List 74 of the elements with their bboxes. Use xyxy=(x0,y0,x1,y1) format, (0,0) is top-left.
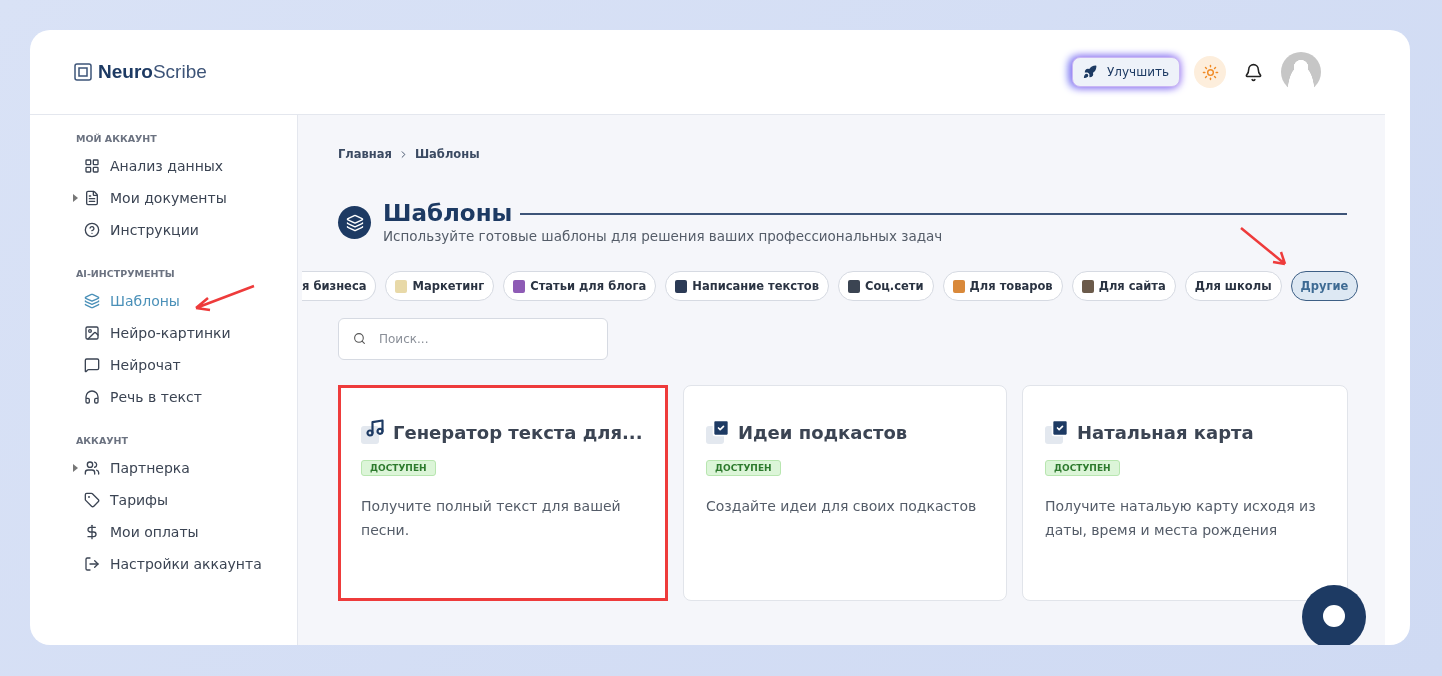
menu-icon xyxy=(84,357,100,373)
sidebar-item[interactable]: Анализ данных xyxy=(30,150,297,182)
menu-icon xyxy=(84,460,100,476)
card-description: Получите полный текст для вашей песни. xyxy=(361,497,622,541)
sidebar-item-label: Анализ данных xyxy=(110,158,224,174)
category-chip[interactable]: Написание текстов xyxy=(665,271,829,302)
page-title: Шаблоны xyxy=(383,201,513,227)
sidebar-item[interactable]: Партнерка xyxy=(30,452,297,484)
rocket-icon xyxy=(1083,65,1097,79)
sidebar-item[interactable]: Мои документы xyxy=(30,182,297,214)
category-chip[interactable]: Другие xyxy=(1290,271,1359,302)
menu-icon xyxy=(84,158,100,174)
category-chip[interactable]: Маркетинг xyxy=(385,271,495,302)
sidebar-item-label: Тарифы xyxy=(110,492,169,508)
section-title: AI-ИНСТРУМЕНТЫ xyxy=(75,267,176,281)
expand-caret-icon[interactable] xyxy=(73,464,78,472)
card-description: Получите натальую карту исходя из даты, время и места рождения xyxy=(1045,497,1317,541)
sidebar-item-label: Нейро-картинки xyxy=(110,325,231,341)
status-badge: ДОСТУПЕН xyxy=(361,460,436,477)
template-card[interactable]: Натальная карта ДОСТУПЕН Получите натальую карту исходя из даты, время и места рождения xyxy=(1022,385,1348,602)
sidebar-item[interactable]: Шаблоны xyxy=(30,285,297,317)
sidebar-item-label: Мои документы xyxy=(110,190,227,206)
page-subtitle: Используйте готовые шаблоны для решения ваших профессиональных задач xyxy=(383,228,944,245)
sidebar-item-label: Шаблоны xyxy=(110,293,180,309)
template-card[interactable]: Идеи подкастов ДОСТУПЕН Создайте идеи для своих подкастов xyxy=(683,385,1007,602)
menu-icon xyxy=(84,190,100,206)
upgrade-button[interactable]: Улучшить xyxy=(1072,57,1180,87)
category-chip[interactable]: Для товаров xyxy=(942,271,1063,302)
card-title: Генератор текста для... xyxy=(393,421,643,443)
theme-toggle-button[interactable] xyxy=(1194,56,1226,88)
status-badge: ДОСТУПЕН xyxy=(706,460,781,477)
menu-icon xyxy=(84,556,100,572)
category-chip[interactable]: Соц.сети xyxy=(838,271,934,302)
section-title: МОЙ АККАУНТ xyxy=(75,132,158,146)
sidebar-item-label: Нейрочат xyxy=(110,357,181,373)
sidebar-item[interactable]: Мои оплаты xyxy=(30,516,297,548)
expand-caret-icon[interactable] xyxy=(73,194,78,202)
menu-icon xyxy=(84,524,100,540)
category-chip[interactable]: Для школы xyxy=(1184,271,1282,302)
layers-icon xyxy=(338,206,371,240)
card-title: Натальная карта xyxy=(1077,421,1254,443)
sidebar-item-label: Речь в текст xyxy=(110,389,202,405)
logo-text: NeuroScribe xyxy=(98,61,207,83)
sun-icon xyxy=(1201,63,1219,81)
menu-icon xyxy=(84,325,100,341)
bell-icon xyxy=(1244,62,1263,82)
template-card[interactable]: Генератор текста для... ДОСТУПЕН Получите полный текст для вашей песни. xyxy=(338,385,668,602)
category-chip[interactable]: Для сайта xyxy=(1071,271,1176,302)
sidebar-item[interactable]: Нейро-картинки xyxy=(30,317,297,349)
sidebar-item-label: Мои оплаты xyxy=(110,524,199,540)
sidebar-item-label: Настройки аккаунта xyxy=(110,556,262,572)
sidebar-item-label: Инструкции xyxy=(110,222,199,238)
sidebar-item[interactable]: Инструкции xyxy=(30,214,297,246)
category-chip[interactable]: Статьи для блога xyxy=(503,271,657,302)
search-icon xyxy=(353,332,366,346)
menu-icon xyxy=(84,492,100,508)
sidebar-item[interactable]: Речь в текст xyxy=(30,381,297,413)
breadcrumb-link[interactable]: Шаблоны xyxy=(414,147,480,161)
menu-icon xyxy=(84,293,100,309)
sidebar-item[interactable]: Нейрочат xyxy=(30,349,297,381)
menu-icon xyxy=(84,222,100,238)
logo-icon xyxy=(74,63,92,81)
section-title: АККАУНТ xyxy=(75,434,129,448)
sidebar-item[interactable]: Тарифы xyxy=(30,484,297,516)
category-chip[interactable]: я бизнеса xyxy=(302,271,377,302)
search-field[interactable]: Поиск... xyxy=(338,318,608,361)
menu-icon xyxy=(84,389,100,405)
status-badge: ДОСТУПЕН xyxy=(1045,460,1120,477)
sidebar-item[interactable]: Настройки аккаунта xyxy=(30,548,297,580)
sidebar-item-label: Партнерка xyxy=(110,460,190,476)
music-note-icon xyxy=(361,418,387,447)
card-description: Создайте идеи для своих подкастов xyxy=(706,497,978,517)
card-title: Идеи подкастов xyxy=(738,421,908,443)
breadcrumb-link[interactable]: Главная xyxy=(338,147,392,161)
